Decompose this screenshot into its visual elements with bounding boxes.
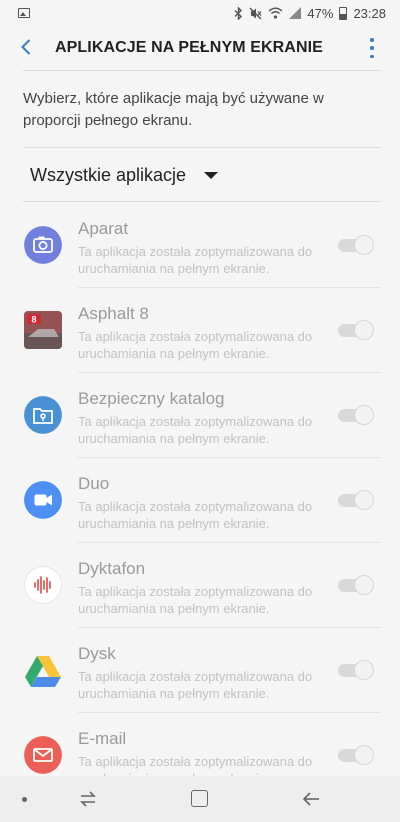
dropdown-arrow-icon bbox=[204, 171, 219, 179]
recents-icon[interactable] bbox=[78, 789, 98, 809]
header-divider bbox=[23, 70, 381, 71]
filter-divider bbox=[23, 201, 381, 202]
status-bar: 47% 23:28 bbox=[0, 0, 400, 26]
app-header: APLIKACJE NA PEŁNYM EKRANIE bbox=[0, 26, 400, 70]
wifi-icon bbox=[268, 7, 283, 19]
clock: 23:28 bbox=[353, 5, 386, 21]
app-description: Ta aplikacja została zoptymalizowana do … bbox=[78, 584, 313, 616]
fullscreen-toggle[interactable] bbox=[338, 405, 374, 425]
navigation-bar bbox=[0, 776, 400, 822]
google-drive-icon bbox=[24, 651, 62, 689]
svg-text:8: 8 bbox=[31, 315, 36, 325]
app-name: Duo bbox=[78, 474, 110, 493]
app-name: Bezpieczny katalog bbox=[78, 389, 225, 408]
app-description: Ta aplikacja została zoptymalizowana do … bbox=[78, 329, 313, 361]
app-row-dysk[interactable]: Dysk Ta aplikacja została zoptymalizowan… bbox=[0, 628, 400, 713]
bluetooth-icon bbox=[234, 6, 243, 20]
page-title: APLIKACJE NA PEŁNYM EKRANIE bbox=[55, 39, 323, 56]
gallery-icon bbox=[18, 8, 30, 18]
app-name: Asphalt 8 bbox=[78, 304, 149, 323]
camera-icon bbox=[24, 226, 62, 264]
app-row-dyktafon[interactable]: Dyktafon Ta aplikacja została zoptymaliz… bbox=[0, 543, 400, 628]
nav-dot-icon[interactable] bbox=[22, 797, 27, 802]
fullscreen-toggle[interactable] bbox=[338, 575, 374, 595]
signal-icon bbox=[289, 7, 302, 19]
secure-folder-icon bbox=[24, 396, 62, 434]
mute-icon bbox=[249, 7, 262, 19]
back-icon[interactable] bbox=[301, 789, 321, 809]
app-description: Ta aplikacja została zoptymalizowana do … bbox=[78, 414, 313, 446]
description-text: Wybierz, które aplikacje mają być używan… bbox=[23, 90, 324, 129]
app-row-duo[interactable]: Duo Ta aplikacja została zoptymalizowana… bbox=[0, 458, 400, 543]
app-name: E-mail bbox=[78, 729, 127, 748]
voice-recorder-icon bbox=[24, 566, 62, 604]
filter-label: Wszystkie aplikacje bbox=[30, 164, 187, 185]
fullscreen-toggle[interactable] bbox=[338, 660, 374, 680]
duo-icon bbox=[24, 481, 62, 519]
app-list: Aparat Ta aplikacja została zoptymalizow… bbox=[0, 203, 400, 798]
app-filter-dropdown[interactable]: Wszystkie aplikacje bbox=[30, 160, 219, 190]
app-row-aparat[interactable]: Aparat Ta aplikacja została zoptymalizow… bbox=[0, 203, 400, 288]
app-description: Ta aplikacja została zoptymalizowana do … bbox=[78, 499, 313, 531]
description-divider bbox=[23, 147, 381, 148]
battery-percent: 47% bbox=[307, 5, 334, 21]
asphalt-8-icon: 8 bbox=[24, 311, 62, 349]
app-description: Ta aplikacja została zoptymalizowana do … bbox=[78, 244, 313, 276]
home-icon[interactable] bbox=[191, 790, 208, 807]
fullscreen-toggle[interactable] bbox=[338, 320, 374, 340]
app-row-bezpieczny-katalog[interactable]: Bezpieczny katalog Ta aplikacja została … bbox=[0, 373, 400, 458]
more-options-icon[interactable] bbox=[368, 38, 376, 58]
app-name: Dysk bbox=[78, 644, 116, 663]
app-name: Aparat bbox=[78, 219, 129, 238]
fullscreen-toggle[interactable] bbox=[338, 745, 374, 765]
fullscreen-toggle[interactable] bbox=[338, 235, 374, 255]
email-icon bbox=[24, 736, 62, 774]
app-description: Ta aplikacja została zoptymalizowana do … bbox=[78, 669, 313, 701]
app-row-asphalt-8[interactable]: 8 Asphalt 8 Ta aplikacja została zoptyma… bbox=[0, 288, 400, 373]
back-arrow-icon[interactable] bbox=[17, 38, 35, 56]
fullscreen-toggle[interactable] bbox=[338, 490, 374, 510]
app-name: Dyktafon bbox=[78, 559, 146, 578]
battery-icon bbox=[339, 6, 348, 20]
